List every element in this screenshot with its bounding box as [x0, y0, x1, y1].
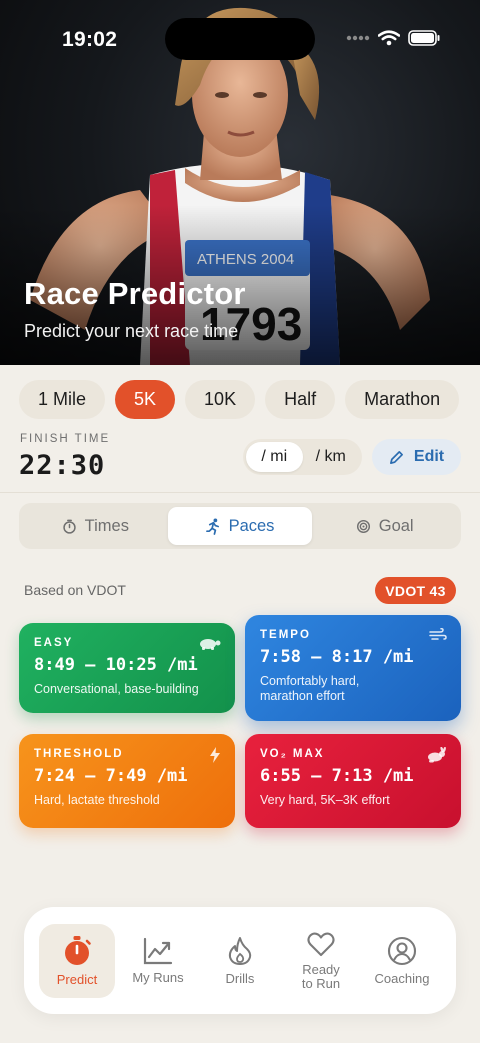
- bottom-tab-bar: Predict My Runs Drills Ready to Run Coac…: [24, 907, 456, 1014]
- pencil-icon: [389, 450, 403, 464]
- pace-card-tempo[interactable]: TEMPO 7:58 – 8:17 /mi Comfortably hard, …: [245, 615, 461, 721]
- tab-paces-label: Paces: [228, 516, 275, 535]
- distance-selector: 1 Mile 5K 10K Half Marathon: [19, 380, 460, 419]
- nav-ready-to-run[interactable]: Ready to Run: [283, 924, 359, 998]
- pace-card-easy[interactable]: EASY 8:49 – 10:25 /mi Conversational, ba…: [19, 623, 235, 713]
- battery-icon: [408, 30, 440, 46]
- page-title: Race Predictor: [24, 276, 246, 311]
- chart-icon: [143, 937, 173, 965]
- pace-card-description: Comfortably hard, marathon effort: [260, 674, 360, 703]
- vdot-badge: VDOT 43: [375, 577, 456, 604]
- vdot-caption: Based on VDOT: [24, 582, 126, 598]
- nav-drills[interactable]: Drills: [202, 924, 278, 998]
- pace-card-label: VO₂ MAX: [260, 748, 325, 760]
- wifi-icon: [378, 30, 400, 46]
- status-time: 19:02: [62, 28, 118, 51]
- finish-time-value: 22:30: [19, 450, 106, 481]
- turtle-icon: [200, 639, 221, 650]
- distance-chip-half[interactable]: Half: [265, 380, 336, 419]
- lightning-icon: [210, 747, 220, 763]
- pace-card-range: 7:58 – 8:17 /mi: [260, 647, 414, 667]
- distance-chip-marathon[interactable]: Marathon: [345, 380, 460, 419]
- unit-option-km[interactable]: / km: [303, 442, 360, 472]
- target-icon: [356, 519, 370, 533]
- pace-card-threshold[interactable]: THRESHOLD 7:24 – 7:49 /mi Hard, lactate …: [19, 734, 235, 828]
- unit-toggle: / mi / km: [243, 439, 362, 475]
- runner-icon: [205, 518, 219, 535]
- tab-paces[interactable]: Paces: [167, 507, 313, 545]
- tab-goal-label: Goal: [378, 516, 414, 535]
- status-icons: [346, 30, 440, 46]
- distance-chip-1-mile[interactable]: 1 Mile: [19, 380, 106, 419]
- pace-card-description: Conversational, base-building: [34, 682, 199, 696]
- view-segmented-control: Times Paces Goal: [19, 503, 461, 549]
- edit-button[interactable]: Edit: [372, 439, 461, 475]
- pace-card-label: EASY: [34, 637, 74, 649]
- nav-predict[interactable]: Predict: [39, 924, 115, 998]
- page-subtitle: Predict your next race time: [24, 321, 239, 341]
- nav-coaching[interactable]: Coaching: [364, 924, 440, 998]
- heart-icon: [307, 932, 335, 957]
- hero-banner: ATHENS 2004 1793 19:02: [0, 0, 480, 365]
- pace-card-description: Very hard, 5K–3K effort: [260, 793, 390, 807]
- flame-icon: [228, 937, 252, 965]
- nav-my-runs-label: My Runs: [132, 970, 184, 985]
- pace-card-vo2max[interactable]: VO₂ MAX 6:55 – 7:13 /mi Very hard, 5K–3K…: [245, 734, 461, 828]
- divider: [0, 492, 480, 493]
- nav-predict-label: Predict: [56, 972, 98, 987]
- wind-icon: [429, 628, 447, 640]
- tab-goal[interactable]: Goal: [312, 507, 457, 545]
- status-bar: 19:02: [0, 0, 480, 78]
- distance-chip-10k[interactable]: 10K: [185, 380, 256, 419]
- hare-icon: [428, 747, 446, 763]
- dynamic-island: [165, 18, 315, 60]
- nav-coaching-label: Coaching: [374, 971, 430, 986]
- pace-card-range: 6:55 – 7:13 /mi: [260, 766, 414, 786]
- finish-time-label: FINISH TIME: [20, 433, 111, 445]
- pace-card-description: Hard, lactate threshold: [34, 793, 160, 807]
- nav-drills-label: Drills: [225, 971, 255, 986]
- nav-my-runs[interactable]: My Runs: [120, 924, 196, 998]
- distance-chip-5k[interactable]: 5K: [115, 380, 176, 419]
- tab-times-label: Times: [84, 516, 129, 535]
- stopwatch-icon: [62, 519, 76, 534]
- pace-card-label: TEMPO: [260, 629, 311, 641]
- pace-card-label: THRESHOLD: [34, 748, 124, 760]
- person-circle-icon: [387, 936, 417, 966]
- pace-card-range: 8:49 – 10:25 /mi: [34, 655, 198, 675]
- nav-ready-to-run-label: Ready to Run: [301, 962, 341, 991]
- signal-icon: [346, 35, 370, 41]
- tab-times[interactable]: Times: [23, 507, 168, 545]
- pace-card-range: 7:24 – 7:49 /mi: [34, 766, 188, 786]
- unit-option-mi[interactable]: / mi: [246, 442, 303, 472]
- edit-button-label: Edit: [413, 448, 445, 465]
- stopwatch-icon: [65, 936, 91, 965]
